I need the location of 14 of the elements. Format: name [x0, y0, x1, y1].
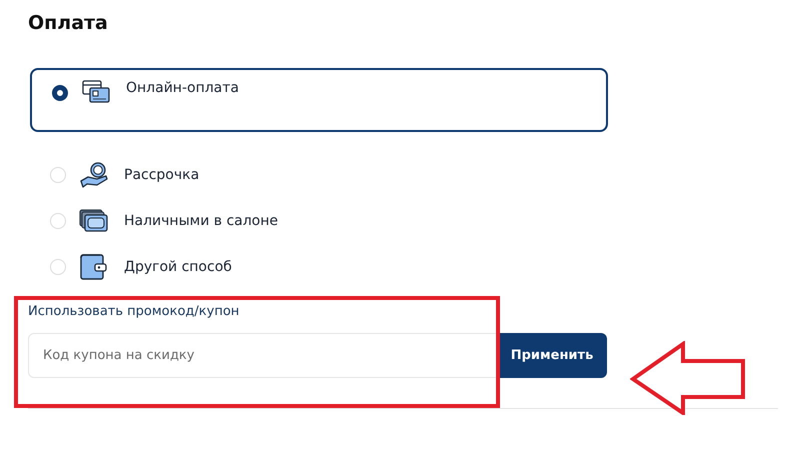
section-title: Оплата: [28, 12, 109, 34]
promo-link[interactable]: Использовать промокод/купон: [28, 304, 240, 319]
wallet-icon: [80, 254, 108, 280]
banknotes-icon: [79, 209, 109, 233]
coupon-field[interactable]: Код купона на скидку: [28, 333, 497, 378]
option-label: Рассрочка: [124, 167, 200, 183]
radio-button[interactable]: [52, 85, 68, 101]
payment-option-card[interactable]: Онлайн-оплата: [30, 68, 608, 132]
option-label: Наличными в салоне: [124, 213, 278, 229]
apply-button[interactable]: Применить: [497, 333, 607, 378]
option-label: Онлайн-оплата: [126, 80, 239, 96]
credit-card-icon: [81, 80, 111, 104]
option-label: Другой способ: [124, 259, 232, 275]
hand-coin-icon: [79, 161, 109, 189]
